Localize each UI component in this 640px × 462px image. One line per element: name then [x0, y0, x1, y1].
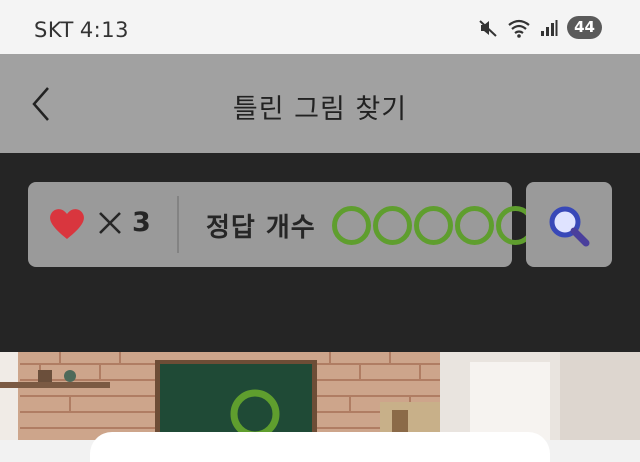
answer-circle — [332, 206, 371, 245]
mute-icon — [478, 18, 498, 38]
status-carrier: SKT 4:13 — [34, 18, 129, 42]
game-panel: 3 정답 개수 — [0, 153, 640, 352]
classroom-illustration — [0, 352, 640, 440]
carrier-name: SKT — [34, 18, 74, 42]
status-time: 4:13 — [79, 18, 129, 42]
app-bar: 틀린 그림 찾기 — [0, 54, 640, 153]
status-icons: 44 — [478, 16, 602, 39]
game-status-box: 3 정답 개수 — [28, 182, 535, 267]
lives-count: 3 — [132, 207, 151, 238]
heart-icon — [48, 207, 86, 245]
status-bar: SKT 4:13 44 — [0, 0, 640, 54]
page-title: 틀린 그림 찾기 — [232, 94, 408, 125]
hint-button[interactable] — [526, 182, 612, 267]
puzzle-image[interactable] — [0, 352, 640, 440]
times-icon — [98, 211, 122, 239]
answer-count-circles — [332, 206, 535, 245]
wifi-icon — [507, 18, 531, 38]
battery-icon: 44 — [567, 16, 602, 39]
signal-icon — [540, 19, 558, 37]
search-icon — [549, 206, 590, 247]
answer-count-label: 정답 개수 — [206, 213, 316, 243]
answer-circle — [455, 206, 494, 245]
bottom-sheet — [90, 432, 550, 462]
answer-circle — [373, 206, 412, 245]
status-divider — [177, 196, 179, 253]
answer-circle — [414, 206, 453, 245]
